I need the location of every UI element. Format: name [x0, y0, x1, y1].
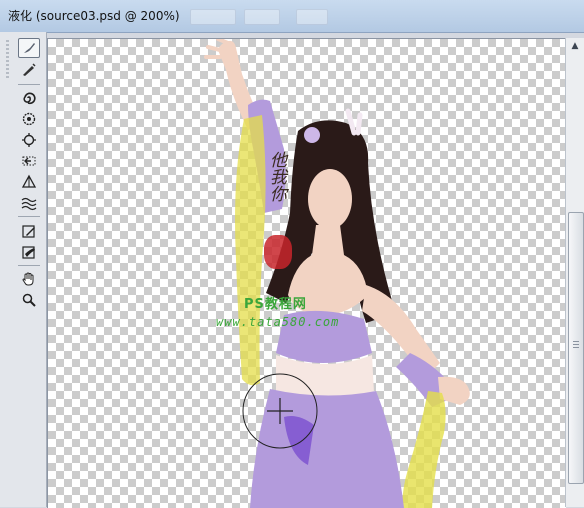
vertical-scrollbar[interactable]: ▲	[565, 38, 584, 507]
push-left-icon	[22, 156, 36, 166]
pucker-icon	[22, 112, 36, 126]
tools-panel	[0, 32, 47, 507]
twirl-icon	[23, 92, 36, 105]
scroll-up-arrow-icon[interactable]: ▲	[569, 40, 581, 52]
freeze-mask-tool[interactable]	[18, 221, 40, 241]
twirl-clockwise-tool[interactable]	[18, 88, 40, 108]
tool-separator	[18, 265, 40, 266]
mirror-tool[interactable]	[18, 172, 40, 192]
tool-separator	[18, 84, 40, 85]
thaw-mask-icon	[22, 246, 35, 259]
zoom-icon	[22, 293, 36, 307]
liquify-preview-canvas[interactable]: 他我你 PS教程网 www.tata580.com	[47, 38, 566, 508]
window-titlebar: 液化 (source03.psd @ 200%)	[0, 0, 584, 33]
blurred-menu-ghost	[296, 9, 328, 25]
scrollbar-thumb[interactable]	[568, 212, 584, 484]
reconstruct-brush-icon	[23, 63, 36, 76]
bloat-icon	[22, 133, 36, 147]
watermark-vertical-text: 他我你	[266, 151, 286, 202]
forward-warp-tool[interactable]	[18, 38, 40, 58]
freeze-mask-icon	[22, 225, 35, 238]
blurred-menu-ghost	[244, 9, 280, 25]
dancer-image	[204, 39, 470, 508]
watermark-site-name: PS教程网	[244, 297, 307, 312]
hand-icon	[22, 272, 34, 286]
thumb-grip-icon	[573, 341, 579, 348]
mirror-icon	[21, 174, 37, 188]
turbulence-tool[interactable]	[18, 193, 40, 213]
pucker-tool[interactable]	[18, 109, 40, 129]
panel-grip[interactable]	[6, 40, 9, 80]
watermark-url: www.tata580.com	[216, 315, 340, 329]
thaw-mask-tool[interactable]	[18, 242, 40, 262]
tool-separator	[18, 216, 40, 217]
bloat-tool[interactable]	[18, 130, 40, 150]
hand-tool[interactable]	[18, 269, 40, 289]
blurred-menu-ghost	[190, 9, 236, 25]
window-title: 液化 (source03.psd @ 200%)	[8, 9, 180, 23]
reconstruct-tool[interactable]	[18, 60, 40, 80]
zoom-tool[interactable]	[18, 290, 40, 310]
warp-brush-icon	[24, 43, 35, 53]
turbulence-icon	[21, 197, 37, 211]
push-left-tool[interactable]	[18, 151, 40, 171]
watermark-seal	[264, 235, 292, 269]
